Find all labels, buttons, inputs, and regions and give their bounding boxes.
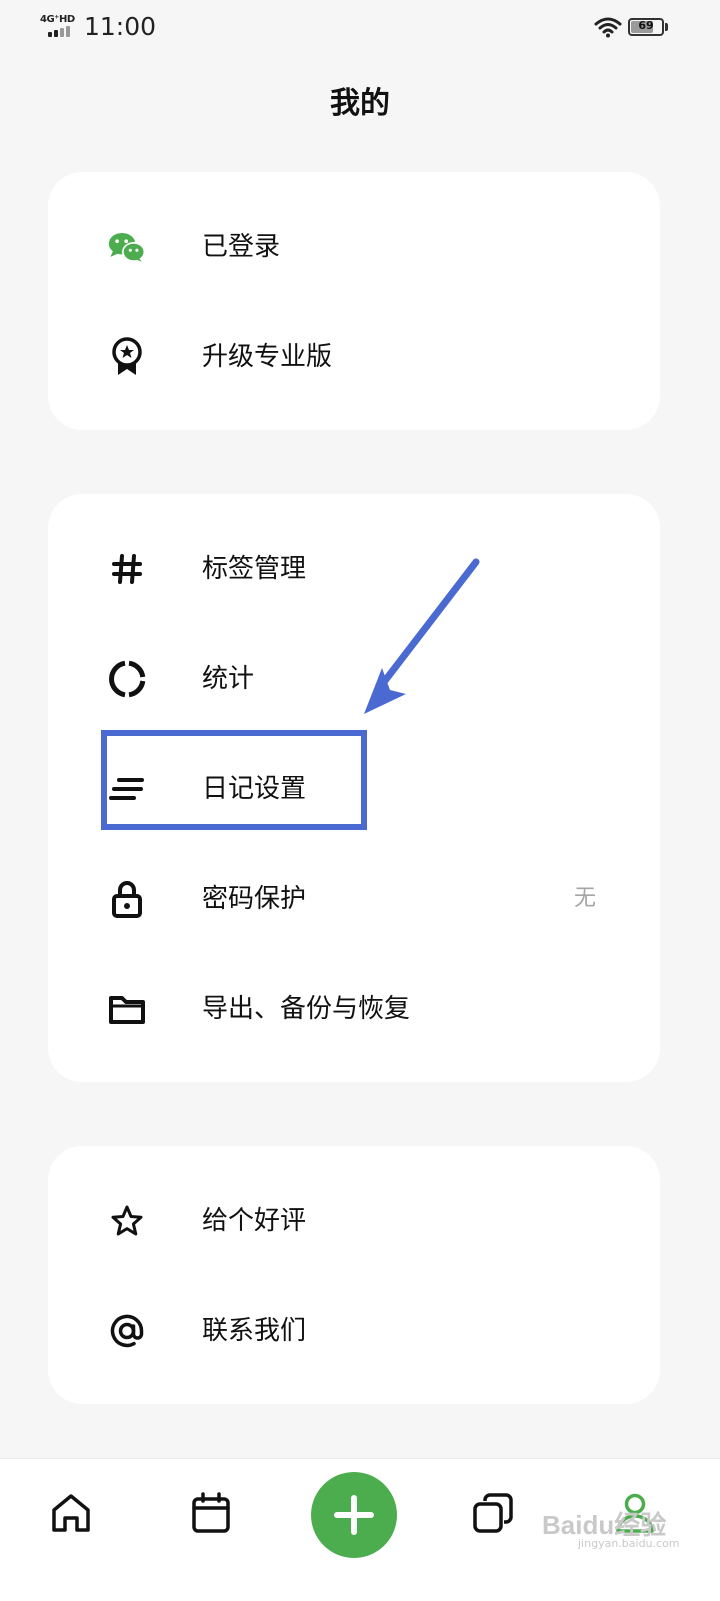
battery-icon: 69 xyxy=(628,18,664,36)
watermark-url: jingyan.baidu.com xyxy=(578,1537,680,1550)
bottom-nav: Baidu经验 jingyan.baidu.com xyxy=(0,1458,720,1601)
wifi-icon xyxy=(594,17,622,38)
row-label: 升级专业版 xyxy=(202,342,333,372)
nav-collections[interactable] xyxy=(463,1483,523,1543)
upgrade-pro-row[interactable]: 升级专业版 xyxy=(48,302,660,412)
award-badge-icon xyxy=(108,337,146,376)
highlight-box xyxy=(101,730,367,830)
calendar-icon xyxy=(192,1492,230,1533)
status-bar: 4G⁺HD 11:00 69 xyxy=(0,0,720,56)
cellular-signal-icon: 4G⁺HD xyxy=(40,14,80,40)
row-label: 给个好评 xyxy=(202,1206,307,1236)
account-card: 已登录 升级专业版 xyxy=(48,172,660,430)
lock-icon xyxy=(108,880,146,918)
wechat-icon xyxy=(108,228,146,266)
password-protection-row[interactable]: 密码保护 无 xyxy=(48,844,660,954)
row-label: 统计 xyxy=(202,664,255,694)
nav-home[interactable] xyxy=(41,1483,101,1543)
row-label: 密码保护 xyxy=(202,884,307,914)
hashtag-icon xyxy=(108,550,146,588)
row-label: 已登录 xyxy=(202,232,281,262)
folder-icon xyxy=(108,990,146,1028)
add-button[interactable] xyxy=(311,1472,397,1558)
password-status: 无 xyxy=(573,886,596,911)
logged-in-row[interactable]: 已登录 xyxy=(48,192,660,302)
contact-us-row[interactable]: 联系我们 xyxy=(48,1276,660,1386)
nav-calendar[interactable] xyxy=(181,1483,241,1543)
row-label: 联系我们 xyxy=(202,1316,307,1346)
plus-icon xyxy=(334,1495,374,1535)
network-type: 4G⁺HD xyxy=(40,14,75,25)
donut-chart-icon xyxy=(108,660,146,698)
battery-tip xyxy=(665,23,668,31)
copy-icon xyxy=(473,1493,513,1533)
home-icon xyxy=(52,1494,90,1532)
status-time: 11:00 xyxy=(84,12,157,41)
feedback-card: 给个好评 联系我们 xyxy=(48,1146,660,1404)
star-icon xyxy=(108,1202,146,1240)
row-label: 标签管理 xyxy=(202,554,307,584)
battery-level: 69 xyxy=(638,19,654,32)
page-title: 我的 xyxy=(330,86,390,121)
export-backup-restore-row[interactable]: 导出、备份与恢复 xyxy=(48,954,660,1064)
pointer-arrow-icon xyxy=(364,558,480,714)
rate-us-row[interactable]: 给个好评 xyxy=(48,1166,660,1276)
row-label: 导出、备份与恢复 xyxy=(202,994,411,1024)
at-icon xyxy=(108,1312,146,1350)
